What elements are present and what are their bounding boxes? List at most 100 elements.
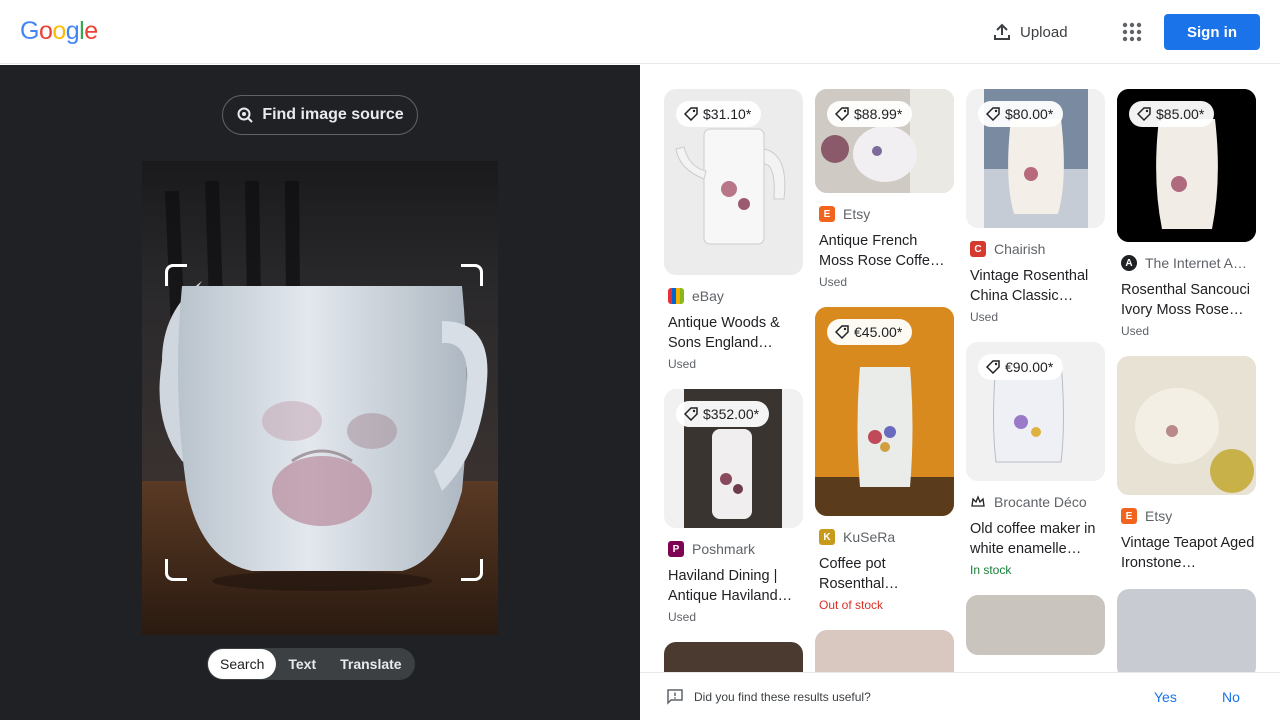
price-tag-icon <box>684 407 698 421</box>
result-thumbnail[interactable] <box>966 595 1105 655</box>
result-thumbnail[interactable]: $352.00* <box>664 389 803 528</box>
result-source: K KuSeRa <box>819 528 954 546</box>
results-column: $85.00* A The Internet A… Rosenthal Sanc… <box>1117 89 1256 672</box>
result-thumbnail[interactable]: $31.10* <box>664 89 803 275</box>
ebay-favicon <box>668 288 684 304</box>
source-name: Etsy <box>1145 508 1173 524</box>
result-card[interactable]: $85.00* A The Internet A… Rosenthal Sanc… <box>1117 89 1256 340</box>
logo-letter: e <box>84 17 98 45</box>
query-image[interactable] <box>142 161 498 635</box>
result-title[interactable]: Antique Woods & Sons England… <box>668 313 803 353</box>
result-card[interactable]: €45.00* K KuSeRa Coffee pot Rosenthal… O… <box>815 307 954 614</box>
logo-letter: g <box>65 17 80 45</box>
result-source: E Etsy <box>1121 507 1256 525</box>
feedback-no-button[interactable]: No <box>1222 689 1240 705</box>
internet-archive-favicon: A <box>1121 255 1137 271</box>
price-tag: €90.00* <box>978 354 1064 380</box>
etsy-favicon: E <box>1121 508 1137 524</box>
price-value: $352.00* <box>703 406 760 422</box>
price-value: €90.00* <box>1005 359 1054 375</box>
result-title[interactable]: Haviland Dining | Antique Haviland… <box>668 566 803 606</box>
poshmark-favicon: P <box>668 541 684 557</box>
result-thumbnail[interactable]: $80.00* <box>966 89 1105 228</box>
result-thumbnail[interactable] <box>1117 356 1256 495</box>
price-value: $80.00* <box>1005 106 1054 122</box>
price-tag-icon <box>835 107 849 121</box>
upload-button[interactable]: Upload <box>992 18 1068 46</box>
result-status: Used <box>668 357 697 371</box>
result-title[interactable]: Old coffee maker in white enamelle… <box>970 519 1105 559</box>
result-thumbnail[interactable] <box>815 630 954 672</box>
result-thumbnail[interactable]: €90.00* <box>966 342 1105 481</box>
result-card[interactable]: $88.99* E Etsy Antique French Moss Rose … <box>815 89 954 291</box>
price-value: $88.99* <box>854 106 903 122</box>
result-card[interactable]: $352.00* P Poshmark Haviland Dining | An… <box>664 389 803 626</box>
teapot-image <box>142 180 498 635</box>
source-name: The Internet A… <box>1145 255 1247 271</box>
result-title[interactable]: Rosenthal Sancouci Ivory Moss Rose… <box>1121 280 1256 320</box>
price-tag: $80.00* <box>978 101 1064 127</box>
result-thumbnail[interactable] <box>664 642 803 672</box>
crop-handle-top-left[interactable] <box>165 264 187 286</box>
etsy-favicon: E <box>819 206 835 222</box>
mode-translate-tab[interactable]: Translate <box>328 649 413 679</box>
result-card[interactable]: $80.00* C Chairish Vintage Rosenthal Chi… <box>966 89 1105 326</box>
result-source: P Poshmark <box>668 540 803 558</box>
price-value: €45.00* <box>854 324 903 340</box>
sign-in-button[interactable]: Sign in <box>1164 14 1260 50</box>
kusera-favicon: K <box>819 529 835 545</box>
result-thumbnail[interactable]: $85.00* <box>1117 89 1256 242</box>
lens-search-icon <box>237 107 254 123</box>
result-source: C Chairish <box>970 240 1105 258</box>
source-name: Brocante Déco <box>994 494 1087 510</box>
source-name: Chairish <box>994 241 1046 257</box>
find-image-source-label: Find image source <box>262 106 404 123</box>
result-source: E Etsy <box>819 205 954 223</box>
crown-favicon <box>971 495 985 507</box>
feedback-icon <box>667 688 683 705</box>
source-name: KuSeRa <box>843 529 896 545</box>
find-image-source-button[interactable]: Find image source <box>222 95 418 135</box>
price-tag-icon <box>835 325 849 339</box>
price-tag-icon <box>684 107 698 121</box>
result-title[interactable]: Antique French Moss Rose Coffe… <box>819 231 954 271</box>
result-thumbnail[interactable]: $88.99* <box>815 89 954 193</box>
price-value: $85.00* <box>1156 106 1205 122</box>
price-tag: $88.99* <box>827 101 913 127</box>
price-tag-icon <box>986 360 1000 374</box>
crop-handle-bottom-left[interactable] <box>165 559 187 581</box>
result-source: eBay <box>668 287 803 305</box>
result-title[interactable]: Vintage Teapot Aged Ironstone… <box>1121 533 1256 573</box>
result-source: A The Internet A… <box>1121 254 1256 272</box>
result-thumbnail[interactable]: €45.00* <box>815 307 954 516</box>
google-logo[interactable]: Google <box>20 17 98 46</box>
google-apps-button[interactable] <box>1118 18 1146 46</box>
crop-handle-bottom-right[interactable] <box>461 559 483 581</box>
mode-search-tab[interactable]: Search <box>208 649 277 679</box>
mode-text-tab[interactable]: Text <box>276 649 328 679</box>
result-status: Used <box>970 310 999 324</box>
feedback-bar: Did you find these results useful? Yes N… <box>640 672 1280 720</box>
result-title[interactable]: Vintage Rosenthal China Classic… <box>970 266 1105 306</box>
price-tag: $352.00* <box>676 401 770 427</box>
price-tag: $85.00* <box>1129 101 1215 127</box>
feedback-yes-button[interactable]: Yes <box>1154 689 1177 705</box>
result-card[interactable]: E Etsy Vintage Teapot Aged Ironstone… <box>1117 356 1256 573</box>
result-card[interactable]: €90.00* Brocante Déco Old coffee maker i… <box>966 342 1105 579</box>
source-name: Poshmark <box>692 541 756 557</box>
source-name: Etsy <box>843 206 871 222</box>
logo-letter: o <box>38 17 53 45</box>
lens-mode-switcher: Search Text Translate <box>207 648 415 680</box>
result-title[interactable]: Coffee pot Rosenthal… <box>819 554 954 594</box>
crop-handle-top-right[interactable] <box>461 264 483 286</box>
result-status: Used <box>819 275 848 289</box>
result-card[interactable]: $31.10* eBay Antique Woods & Sons Englan… <box>664 89 803 373</box>
logo-letter: o <box>52 17 66 45</box>
result-source: Brocante Déco <box>970 493 1105 511</box>
results-column: $31.10* eBay Antique Woods & Sons Englan… <box>664 89 803 672</box>
visual-matches-results: $31.10* eBay Antique Woods & Sons Englan… <box>640 65 1280 672</box>
price-tag: €45.00* <box>827 319 913 345</box>
result-thumbnail[interactable] <box>1117 589 1256 672</box>
upload-icon <box>994 23 1010 40</box>
price-tag-icon <box>986 107 1000 121</box>
